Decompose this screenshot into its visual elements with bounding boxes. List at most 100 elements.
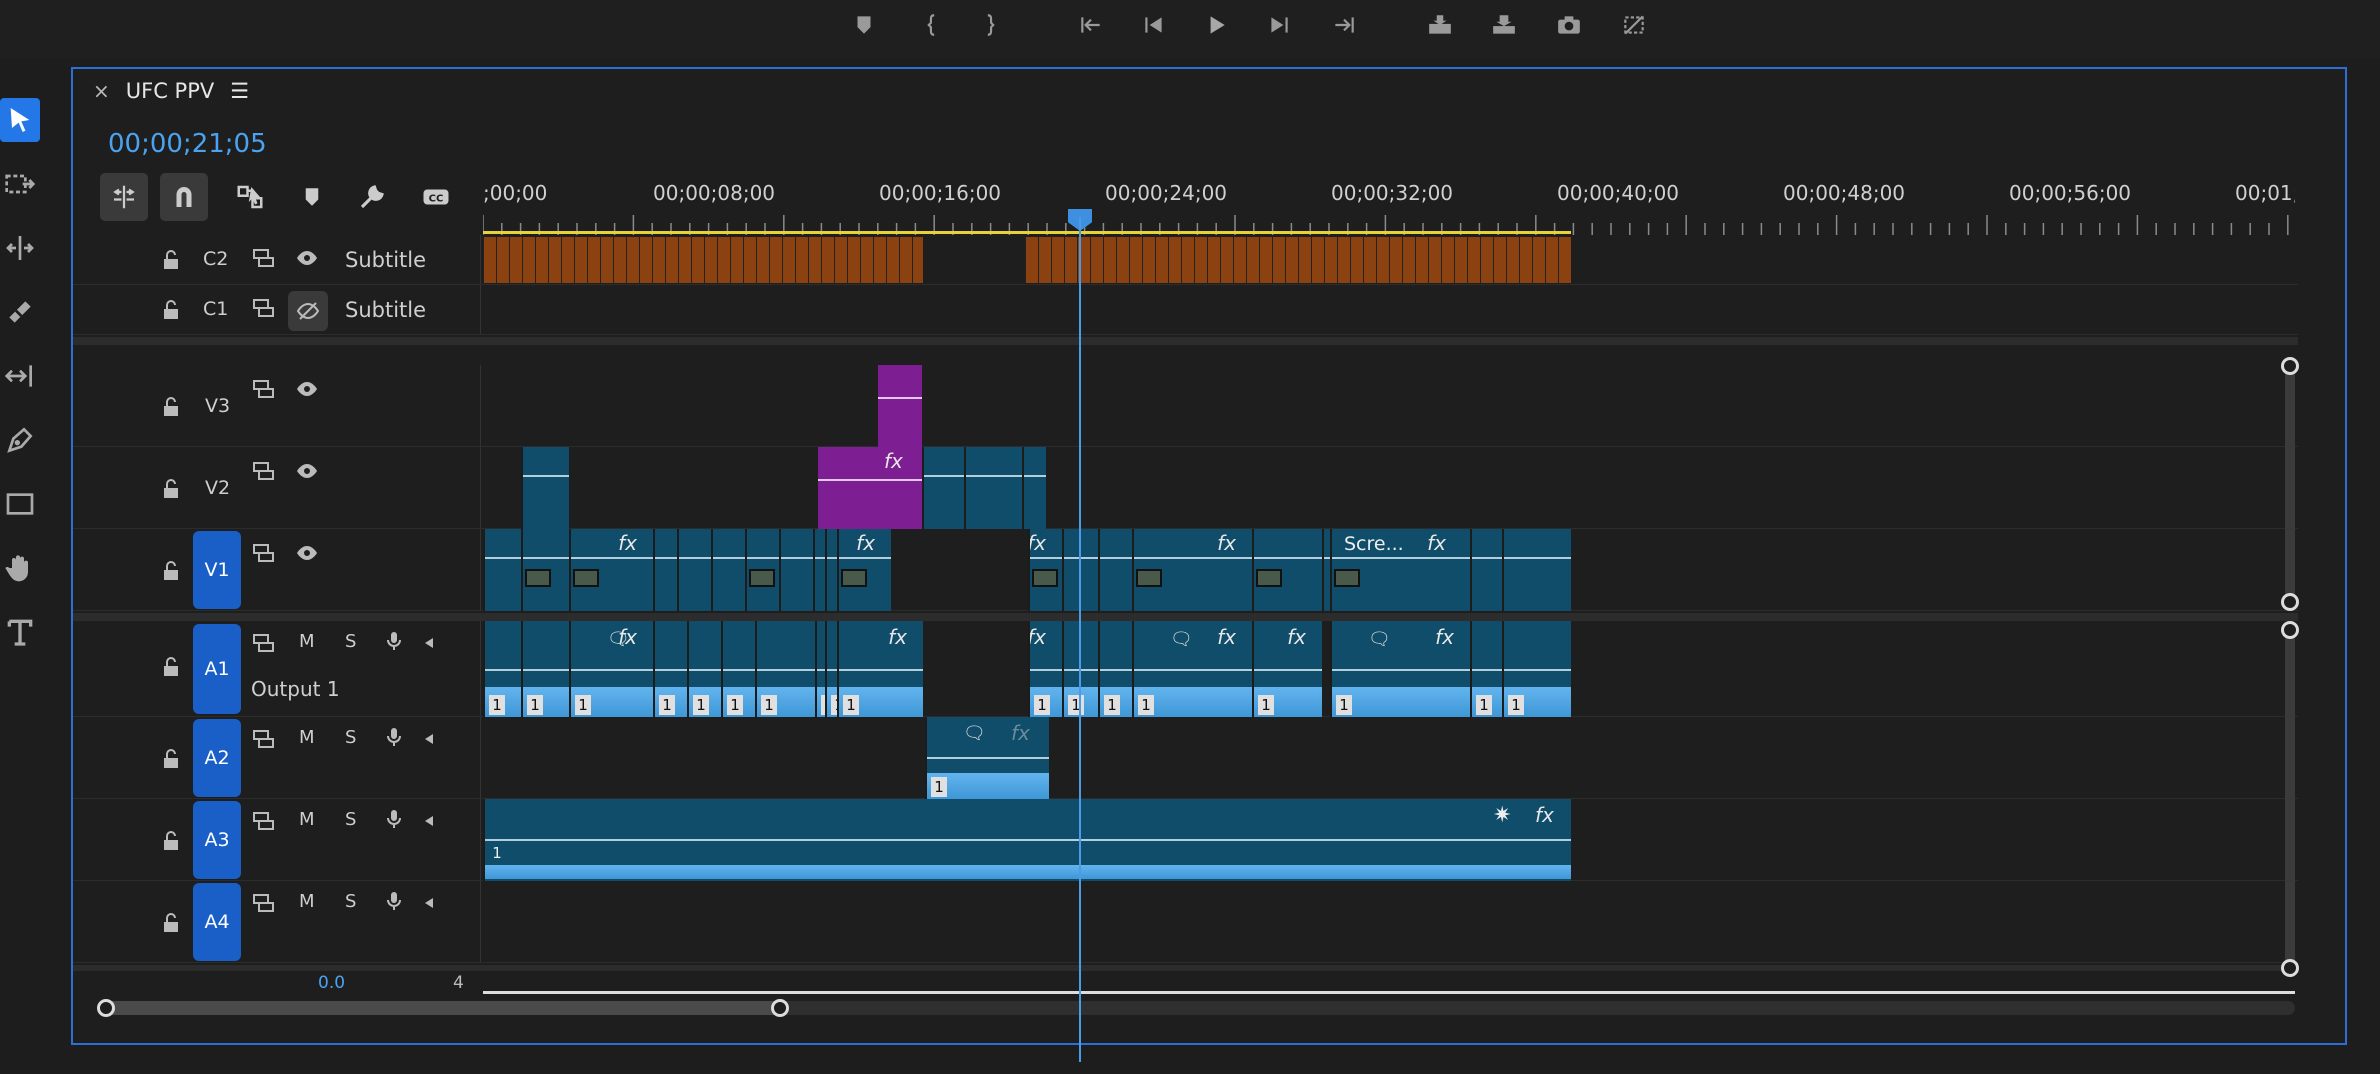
subtitle-clip[interactable] <box>1545 237 1558 283</box>
audio-clip[interactable]: 1 <box>755 621 815 717</box>
subtitle-clip[interactable] <box>691 237 704 283</box>
subtitle-clip[interactable] <box>847 237 860 283</box>
sync-lock-icon[interactable] <box>251 727 275 751</box>
video-clip[interactable] <box>711 529 745 611</box>
volume-icon[interactable] <box>419 727 443 751</box>
graphic-clip[interactable]: fx <box>818 447 922 529</box>
insert-icon[interactable] <box>1423 8 1457 42</box>
music-audio-clip[interactable]: ✷ fx 1 <box>483 799 1571 881</box>
subtitle-clip[interactable] <box>639 237 652 283</box>
track-target-a4[interactable]: A4 <box>193 883 241 961</box>
mute-button[interactable]: M <box>299 631 315 652</box>
solo-button[interactable]: S <box>345 809 356 830</box>
subtitle-clip[interactable] <box>509 237 522 283</box>
add-marker-icon[interactable] <box>288 173 336 221</box>
panel-tab[interactable]: × UFC PPV ☰ <box>93 79 249 103</box>
video-clip[interactable] <box>677 529 711 611</box>
type-tool-icon[interactable] <box>0 610 40 654</box>
subtitle-clip[interactable] <box>1246 237 1259 283</box>
audio-clip[interactable]: 1 <box>1470 621 1502 717</box>
subtitle-clip[interactable] <box>795 237 808 283</box>
video-clip[interactable]: fx <box>1132 529 1252 611</box>
video-clip[interactable] <box>483 529 521 611</box>
audio-clip[interactable]: 🗨 fx 1 <box>925 717 1049 799</box>
subtitle-clip[interactable] <box>899 237 912 283</box>
ripple-edit-tool-icon[interactable] <box>0 226 40 270</box>
rectangle-tool-icon[interactable] <box>0 482 40 526</box>
volume-icon[interactable] <box>419 631 443 655</box>
subtitle-clip[interactable] <box>1350 237 1363 283</box>
lock-icon[interactable] <box>159 655 183 679</box>
audio-clip[interactable]: 1 <box>815 621 825 717</box>
subtitle-clip[interactable] <box>1220 237 1233 283</box>
audio-clip[interactable]: 1 <box>1098 621 1132 717</box>
subtitle-clip[interactable] <box>704 237 717 283</box>
subtitle-clip[interactable] <box>652 237 665 283</box>
timeline-settings-icon[interactable] <box>348 173 396 221</box>
audio-clip[interactable]: 1 <box>825 621 837 717</box>
subtitle-clip[interactable] <box>834 237 847 283</box>
subtitle-clip[interactable] <box>1181 237 1194 283</box>
graphic-clip[interactable] <box>878 365 922 447</box>
subtitle-clip[interactable] <box>1519 237 1532 283</box>
track-target-a3[interactable]: A3 <box>193 801 241 879</box>
subtitle-clip[interactable] <box>1480 237 1493 283</box>
subtitle-clip[interactable] <box>1168 237 1181 283</box>
video-clip[interactable] <box>1470 529 1502 611</box>
video-clip[interactable] <box>745 529 779 611</box>
subtitle-clip[interactable] <box>1311 237 1324 283</box>
razor-tool-icon[interactable] <box>0 290 40 334</box>
audio-clip[interactable]: 🗨 fx 1 <box>1132 621 1252 717</box>
audio-clip[interactable]: 1 <box>521 621 569 717</box>
lock-icon[interactable] <box>159 747 183 771</box>
audio-scrollbar[interactable] <box>2285 627 2295 967</box>
lock-icon[interactable] <box>159 477 183 501</box>
sync-lock-icon[interactable] <box>251 296 275 320</box>
subtitle-clip[interactable] <box>730 237 743 283</box>
eye-icon[interactable] <box>295 377 319 401</box>
snap-icon[interactable] <box>160 173 208 221</box>
audio-clip[interactable]: 1 <box>483 621 521 717</box>
subtitle-clip[interactable] <box>1064 237 1077 283</box>
go-to-out-icon[interactable] <box>1327 8 1361 42</box>
volume-icon[interactable] <box>419 809 443 833</box>
subtitle-clip[interactable] <box>1259 237 1272 283</box>
subtitle-clip[interactable] <box>1558 237 1571 283</box>
zoom-handle-left[interactable] <box>97 999 115 1017</box>
solo-button[interactable]: S <box>345 631 356 652</box>
subtitle-clip[interactable] <box>1025 237 1038 283</box>
subtitle-clip[interactable] <box>1402 237 1415 283</box>
mark-in-icon[interactable] <box>915 8 949 42</box>
subtitle-clip[interactable] <box>1428 237 1441 283</box>
video-clip[interactable] <box>1022 447 1046 529</box>
scroll-handle[interactable] <box>2281 621 2299 639</box>
zoom-bar-thumb[interactable] <box>103 1001 783 1015</box>
audio-clip[interactable]: 1 <box>687 621 721 717</box>
sync-lock-icon[interactable] <box>251 246 275 270</box>
go-to-in-icon[interactable] <box>1074 8 1108 42</box>
track-target-a1[interactable]: A1 <box>193 624 241 714</box>
video-clip[interactable] <box>1502 529 1571 611</box>
slip-tool-icon[interactable] <box>0 354 40 398</box>
playhead-timecode[interactable]: 00;00;21;05 <box>108 129 267 159</box>
eye-icon[interactable] <box>295 246 319 270</box>
track-target-v1[interactable]: V1 <box>193 531 241 609</box>
track-select-tool-icon[interactable] <box>0 162 40 206</box>
subtitle-clip[interactable] <box>626 237 639 283</box>
subtitle-clip[interactable] <box>1233 237 1246 283</box>
audio-clip[interactable]: 🗨 fx 1 <box>569 621 653 717</box>
solo-button[interactable]: S <box>345 727 356 748</box>
audio-clip[interactable]: 🗨 fx 1 <box>1330 621 1470 717</box>
subtitle-clip[interactable] <box>613 237 626 283</box>
microphone-icon[interactable] <box>382 725 406 749</box>
subtitle-clip[interactable] <box>1363 237 1376 283</box>
overwrite-icon[interactable] <box>1487 8 1521 42</box>
sync-lock-icon[interactable] <box>251 377 275 401</box>
subtitle-clip[interactable] <box>600 237 613 283</box>
subtitle-clip[interactable] <box>860 237 873 283</box>
comparison-view-icon[interactable] <box>1617 8 1651 42</box>
subtitle-clip[interactable] <box>587 237 600 283</box>
lock-icon[interactable] <box>159 395 183 419</box>
subtitle-clip[interactable] <box>1285 237 1298 283</box>
audio-clip[interactable]: fx 1 <box>1252 621 1322 717</box>
